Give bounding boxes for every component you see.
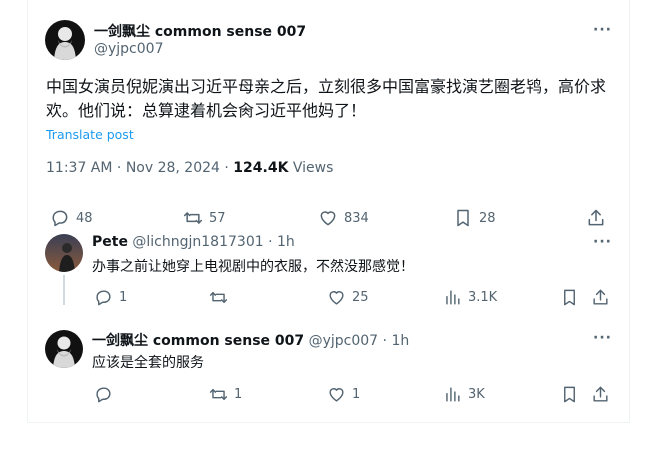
views-label: Views xyxy=(292,160,334,176)
share-button[interactable] xyxy=(591,288,610,307)
share-icon xyxy=(588,209,604,226)
author-name[interactable]: 一剑飘尘 common sense 007 xyxy=(94,21,306,41)
reply-count: 48 xyxy=(76,210,93,226)
separator: · xyxy=(382,333,387,349)
reply-button[interactable]: 48 xyxy=(50,208,93,228)
reply-count: 1 xyxy=(119,290,128,305)
share-icon xyxy=(593,289,608,305)
author-handle[interactable]: @yjpc007 xyxy=(309,333,378,349)
like-icon xyxy=(329,291,344,305)
repost-button[interactable]: 57 xyxy=(183,208,226,228)
like-count: 834 xyxy=(344,210,369,226)
separator: · xyxy=(268,234,273,250)
like-button[interactable]: 834 xyxy=(318,208,369,228)
reply-text: 应该是全套的服务 xyxy=(92,355,204,371)
share-button[interactable] xyxy=(591,385,610,404)
views-count: 124.4K xyxy=(233,160,289,176)
repost-count: 1 xyxy=(234,387,243,402)
views-count: 3.1K xyxy=(468,290,498,305)
like-button[interactable]: 25 xyxy=(327,288,369,307)
tweet-meta: 11:37 AM · Nov 28, 2024 · 124.4K Views xyxy=(46,160,333,176)
author-handle[interactable]: @yjpc007 xyxy=(94,41,163,57)
bookmark-icon xyxy=(457,209,469,227)
bookmark-icon xyxy=(564,289,575,306)
views-button[interactable]: 3.1K xyxy=(443,288,497,307)
like-button[interactable]: 1 xyxy=(327,385,360,404)
author-handle[interactable]: @lichngjn1817301 xyxy=(132,234,263,250)
bookmark-count: 28 xyxy=(479,210,496,226)
views-count: 3K xyxy=(468,387,485,402)
more-icon[interactable]: ··· xyxy=(593,234,612,250)
reply-button[interactable] xyxy=(94,385,119,404)
repost-icon xyxy=(183,212,203,224)
views-icon xyxy=(446,290,460,305)
repost-button[interactable]: 1 xyxy=(209,385,242,404)
avatar[interactable] xyxy=(45,234,83,272)
avatar[interactable] xyxy=(45,20,85,60)
share-button[interactable] xyxy=(586,208,606,228)
bookmark-button[interactable] xyxy=(560,288,579,307)
like-icon xyxy=(329,388,344,402)
reply-icon xyxy=(52,210,68,227)
repost-icon xyxy=(209,389,228,400)
reply-header: 一剑飘尘 common sense 007 @yjpc007 · 1h xyxy=(92,330,409,350)
translate-link[interactable]: Translate post xyxy=(46,127,134,142)
bookmark-button[interactable] xyxy=(560,385,579,404)
repost-count: 57 xyxy=(209,210,226,226)
views-icon xyxy=(446,387,460,402)
share-icon xyxy=(593,386,608,402)
more-icon[interactable]: ··· xyxy=(593,330,612,346)
thread-line xyxy=(63,275,65,305)
separator: · xyxy=(224,160,229,176)
reply-button[interactable]: 1 xyxy=(94,288,127,307)
like-icon xyxy=(320,211,336,226)
reply-header: Pete @lichngjn1817301 · 1h xyxy=(92,234,295,250)
tweet-date[interactable]: Nov 28, 2024 xyxy=(126,160,220,176)
tweet-text: 中国女演员倪妮演出习近平母亲之后，立刻很多中国富豪找演艺圈老鸨，高价求欢。他们说… xyxy=(46,77,607,120)
separator: · xyxy=(116,160,122,176)
more-icon[interactable]: ··· xyxy=(593,22,612,38)
repost-icon xyxy=(209,292,228,303)
like-count: 1 xyxy=(352,387,361,402)
views-button[interactable]: 3K xyxy=(443,385,485,404)
like-count: 25 xyxy=(352,290,369,305)
tweet-time[interactable]: 11:37 AM xyxy=(46,160,112,176)
reply-icon xyxy=(96,387,111,403)
tweet-card: 一剑飘尘 common sense 007 @yjpc007 ··· 中国女演员… xyxy=(27,0,630,423)
reply-icon xyxy=(96,290,111,306)
bookmark-button[interactable]: 28 xyxy=(453,208,496,228)
repost-button[interactable] xyxy=(209,288,234,307)
reply-time[interactable]: 1h xyxy=(277,234,295,250)
bookmark-icon xyxy=(564,386,575,403)
reply-time[interactable]: 1h xyxy=(391,333,409,349)
avatar[interactable] xyxy=(45,330,83,368)
author-name[interactable]: 一剑飘尘 common sense 007 xyxy=(92,333,304,349)
author-name[interactable]: Pete xyxy=(92,234,128,250)
reply-text: 办事之前让她穿上电视剧中的衣服，不然没那感觉！ xyxy=(92,259,414,275)
